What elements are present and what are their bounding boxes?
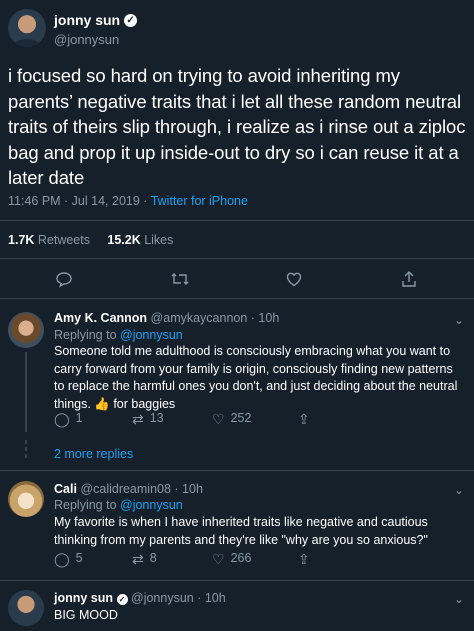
- replying-to-handle[interactable]: @jonnysun: [120, 328, 183, 342]
- retweet-action[interactable]: ⇄ 13: [132, 411, 212, 428]
- retweet-count: 13: [149, 411, 164, 425]
- divider: [0, 258, 474, 259]
- divider: [0, 580, 474, 581]
- retweet-icon: ⇄: [132, 411, 144, 427]
- replying-to-label: Replying to: [54, 498, 121, 512]
- reply-icon: ◯: [54, 551, 70, 567]
- tweet-text: i focused so hard on trying to avoid inh…: [8, 65, 466, 188]
- retweet-icon: ⇄: [132, 551, 144, 567]
- tweet-source-link[interactable]: Twitter for iPhone: [151, 194, 248, 208]
- replying-to: Replying to @jonnysun: [54, 328, 183, 342]
- reply-header: Amy K. Cannon @amykaycannon · 10h: [54, 311, 279, 325]
- replying-to: Replying to @jonnysun: [54, 498, 183, 512]
- chevron-down-icon[interactable]: ⌄: [454, 313, 464, 327]
- reply-action[interactable]: ◯ 5: [54, 551, 132, 568]
- reply-author-name[interactable]: Amy K. Cannon: [54, 311, 147, 325]
- like-icon[interactable]: [285, 270, 303, 288]
- reply-count: 1: [75, 411, 83, 425]
- reply-author-handle[interactable]: @amykaycannon · 10h: [151, 311, 280, 325]
- chevron-down-icon[interactable]: ⌄: [454, 483, 464, 497]
- like-count: 266: [230, 551, 252, 565]
- reply-author-name[interactable]: Cali: [54, 482, 77, 496]
- reply-count: 5: [75, 551, 83, 565]
- thread-dots: [25, 440, 27, 461]
- reply-text: My favorite is when I have inherited tra…: [54, 515, 428, 547]
- reply-icon: ◯: [54, 411, 70, 427]
- share-icon[interactable]: ⇪: [298, 551, 310, 568]
- avatar[interactable]: [8, 9, 46, 47]
- reply-author-handle[interactable]: @calidreamin08 · 10h: [80, 482, 202, 496]
- like-action[interactable]: ♡ 266: [212, 551, 298, 568]
- avatar[interactable]: [8, 312, 44, 348]
- author-handle[interactable]: @jonnysun: [54, 32, 119, 47]
- reply-action[interactable]: ◯ 1: [54, 411, 132, 428]
- retweet-icon[interactable]: [170, 270, 189, 288]
- reply-author-name[interactable]: jonny sun: [54, 591, 113, 605]
- reply-actions: ◯ 1 ⇄ 13 ♡ 252 ⇪: [54, 411, 316, 428]
- like-action[interactable]: ♡ 252: [212, 411, 298, 428]
- retweets-stat[interactable]: 1.7K Retweets: [8, 233, 90, 247]
- retweet-action[interactable]: ⇄ 8: [132, 551, 212, 568]
- like-icon: ♡: [212, 411, 225, 427]
- avatar[interactable]: [8, 481, 44, 517]
- likes-label: Likes: [140, 233, 174, 247]
- tweet-stats: 1.7K Retweets 15.2K Likes: [8, 233, 173, 247]
- retweets-count: 1.7K: [8, 233, 35, 247]
- replying-to-label: Replying to: [54, 328, 121, 342]
- likes-count: 15.2K: [107, 233, 141, 247]
- verified-icon: ✓: [124, 13, 138, 27]
- avatar[interactable]: [8, 590, 44, 626]
- divider: [0, 220, 474, 221]
- reply-header: jonny sun ✓ @jonnysun · 10h: [54, 591, 226, 605]
- author-name-row[interactable]: jonny sun ✓: [54, 12, 138, 28]
- divider: [0, 470, 474, 471]
- tweet-meta: 11:46 PM · Jul 14, 2019 · Twitter for iP…: [8, 194, 248, 208]
- retweet-count: 8: [149, 551, 157, 565]
- verified-icon: ✓: [116, 594, 128, 605]
- share-icon[interactable]: ⇪: [298, 411, 310, 428]
- thread-line: [25, 352, 27, 432]
- like-count: 252: [230, 411, 252, 425]
- like-icon: ♡: [212, 551, 225, 567]
- more-replies-link[interactable]: 2 more replies: [54, 447, 133, 461]
- retweets-label: Retweets: [34, 233, 90, 247]
- reply-header: Cali @calidreamin08 · 10h: [54, 482, 203, 496]
- author-name[interactable]: jonny sun: [54, 12, 120, 28]
- reply-actions: ◯ 5 ⇄ 8 ♡ 266 ⇪: [54, 551, 316, 568]
- likes-stat[interactable]: 15.2K Likes: [107, 233, 173, 247]
- reply-icon[interactable]: [55, 270, 73, 288]
- reply-text: Someone told me adulthood is consciously…: [54, 344, 458, 411]
- reply-author-handle[interactable]: @jonnysun · 10h: [131, 591, 226, 605]
- chevron-down-icon[interactable]: ⌄: [454, 592, 464, 606]
- tweet-timestamp[interactable]: 11:46 PM · Jul 14, 2019 ·: [8, 194, 151, 208]
- divider: [0, 298, 474, 299]
- share-icon[interactable]: [400, 270, 418, 288]
- replying-to-handle[interactable]: @jonnysun: [120, 498, 183, 512]
- reply-text: BIG MOOD: [54, 608, 118, 622]
